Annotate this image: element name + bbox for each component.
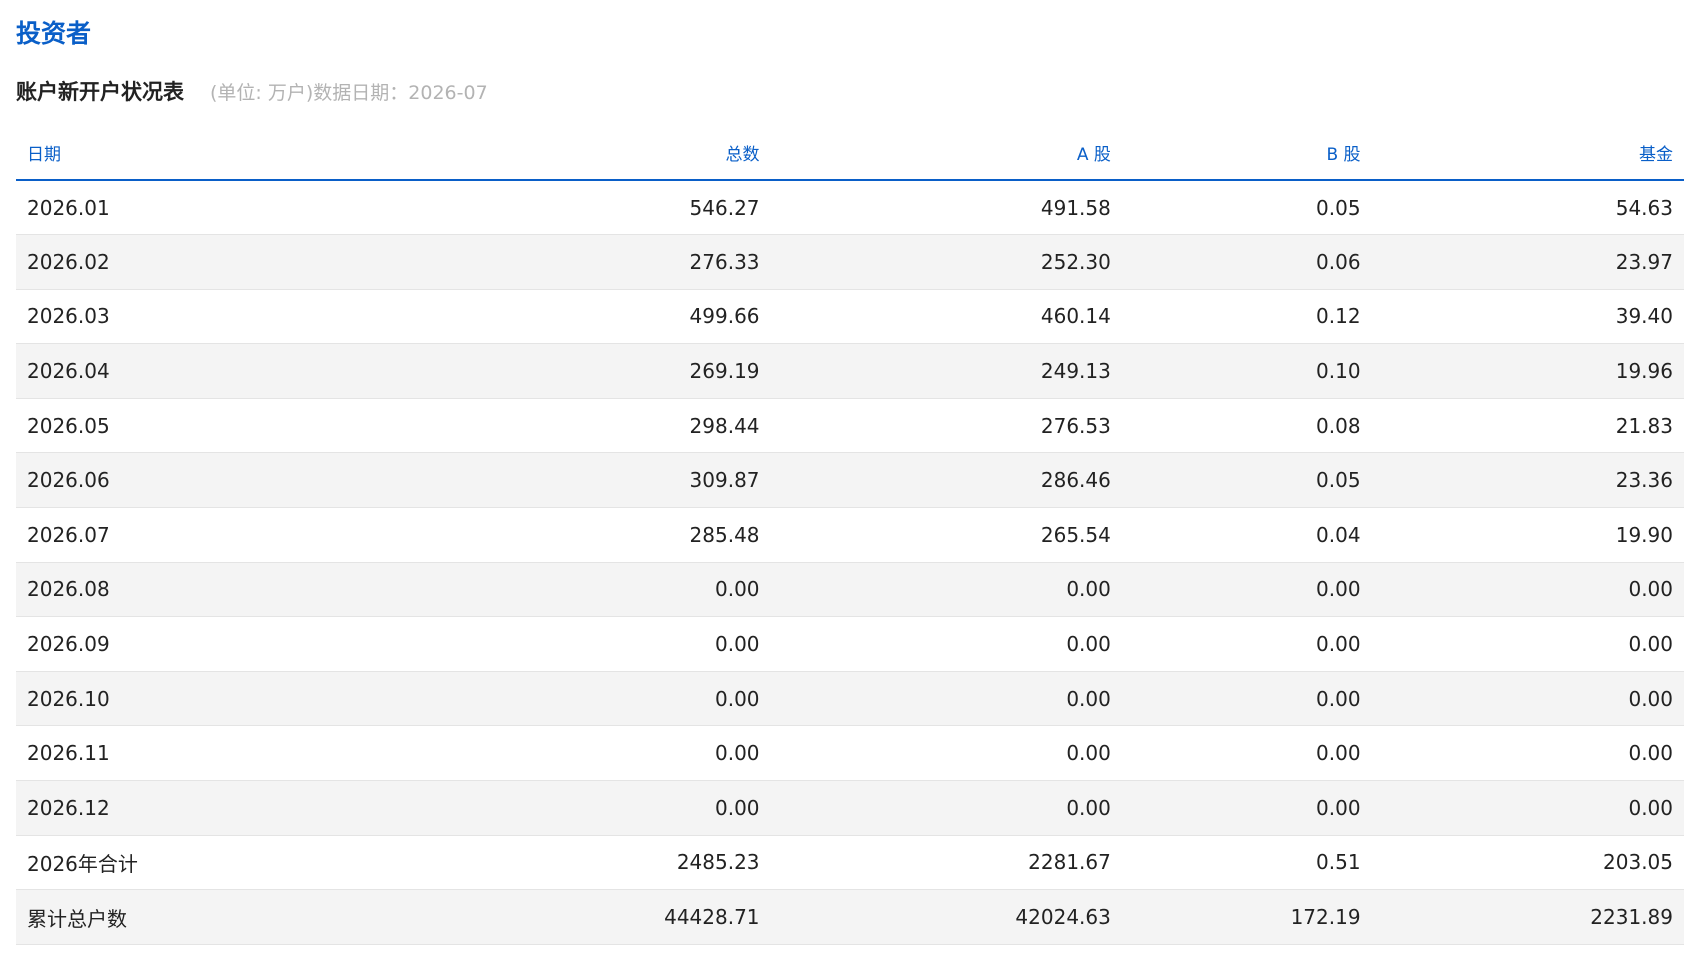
column-header-date: 日期 [27,145,61,165]
cell-total: 276.33 [689,249,760,274]
cell-fund: 203.05 [1603,850,1673,875]
column-header-a-share: A 股 [1076,145,1111,165]
cell-a-share: 0.00 [1066,741,1111,766]
cell-total: 0.00 [715,686,760,711]
cell-date: 2026.01 [27,195,110,220]
cell-b-share: 0.04 [1316,522,1361,547]
table-row: 2026.11 0.00 0.00 0.00 0.00 [16,726,1684,781]
cell-total: 298.44 [689,413,760,438]
cell-fund: 54.63 [1615,195,1673,220]
cell-fund: 0.00 [1628,686,1673,711]
table-row: 2026.10 0.00 0.00 0.00 0.00 [16,671,1684,726]
cell-date: 2026.04 [27,359,110,384]
cell-b-share: 0.00 [1316,686,1361,711]
cell-total: 0.00 [715,632,760,657]
cell-a-share: 0.00 [1066,686,1111,711]
cell-b-share: 0.51 [1316,850,1361,875]
cell-b-share: 0.12 [1316,304,1361,329]
cell-date: 2026.12 [27,795,110,820]
cell-date: 2026.10 [27,686,110,711]
table-row: 2026.09 0.00 0.00 0.00 0.00 [16,617,1684,672]
table-row: 2026.04 269.19 249.13 0.10 19.96 [16,343,1684,399]
cell-fund: 23.97 [1615,249,1673,274]
column-header-b-share: B 股 [1326,145,1361,165]
cell-total: 499.66 [689,304,760,329]
cell-date: 累计总户数 [27,906,127,931]
cell-total: 309.87 [689,468,760,493]
cell-fund: 23.36 [1615,468,1673,493]
cell-a-share: 265.54 [1040,522,1111,547]
cell-a-share: 286.46 [1040,468,1111,493]
table-title: 账户新开户状况表 [16,80,184,104]
cell-total: 44428.71 [664,905,760,930]
table-row-year-total: 2026年合计 2485.23 2281.67 0.51 203.05 [16,835,1684,890]
table-row: 2026.06 309.87 286.46 0.05 23.36 [16,452,1684,508]
cell-a-share: 252.30 [1040,249,1111,274]
cell-fund: 0.00 [1628,577,1673,602]
cell-total: 0.00 [715,741,760,766]
table-heading: 账户新开户状况表 (单位: 万户)数据日期：2026-07 [16,74,488,108]
table-row: 2026.02 276.33 252.30 0.06 23.97 [16,234,1684,290]
cell-date: 2026.05 [27,413,110,438]
cell-a-share: 2281.67 [1028,850,1111,875]
cell-a-share: 0.00 [1066,577,1111,602]
table-row: 2026.03 499.66 460.14 0.12 39.40 [16,289,1684,344]
cell-total: 285.48 [689,522,760,547]
table-unit-date: (单位: 万户)数据日期：2026-07 [210,81,488,104]
cell-a-share: 42024.63 [1015,905,1111,930]
table-row-cumulative-total: 累计总户数 44428.71 42024.63 172.19 2231.89 [16,889,1684,945]
cell-date: 2026.07 [27,522,110,547]
cell-a-share: 249.13 [1040,359,1111,384]
cell-date: 2026.11 [27,741,110,766]
cell-b-share: 0.08 [1316,413,1361,438]
table-row: 2026.05 298.44 276.53 0.08 21.83 [16,398,1684,453]
cell-b-share: 172.19 [1290,905,1361,930]
cell-fund: 21.83 [1615,413,1673,438]
cell-fund: 19.90 [1615,522,1673,547]
cell-date: 2026年合计 [27,851,138,876]
cell-date: 2026.08 [27,577,110,602]
cell-a-share: 0.00 [1066,632,1111,657]
cell-fund: 0.00 [1628,795,1673,820]
column-header-fund: 基金 [1639,145,1673,165]
cell-date: 2026.09 [27,632,110,657]
table-row: 2026.12 0.00 0.00 0.00 0.00 [16,780,1684,836]
cell-fund: 39.40 [1615,304,1673,329]
cell-total: 2485.23 [676,850,760,875]
table-row: 2026.07 285.48 265.54 0.04 19.90 [16,508,1684,563]
cell-b-share: 0.00 [1316,577,1361,602]
cell-total: 546.27 [689,195,760,220]
section-title: 投资者 [16,19,92,48]
cell-b-share: 0.05 [1316,195,1361,220]
cell-total: 0.00 [715,577,760,602]
cell-date: 2026.02 [27,249,110,274]
cell-fund: 2231.89 [1590,905,1673,930]
cell-total: 0.00 [715,795,760,820]
cell-a-share: 0.00 [1066,795,1111,820]
table-row: 2026.08 0.00 0.00 0.00 0.00 [16,562,1684,617]
cell-b-share: 0.00 [1316,741,1361,766]
cell-total: 269.19 [689,359,760,384]
cell-fund: 0.00 [1628,632,1673,657]
cell-fund: 19.96 [1615,359,1673,384]
cell-date: 2026.06 [27,468,110,493]
cell-b-share: 0.00 [1316,632,1361,657]
cell-b-share: 0.10 [1316,359,1361,384]
cell-a-share: 276.53 [1040,413,1111,438]
cell-b-share: 0.05 [1316,468,1361,493]
table-row: 2026.01 546.27 491.58 0.05 54.63 [16,180,1684,235]
cell-b-share: 0.06 [1316,249,1361,274]
cell-a-share: 491.58 [1040,195,1111,220]
cell-fund: 0.00 [1628,741,1673,766]
account-opening-table: 日期 总数 A 股 B 股 基金 2026.01 546.27 491.58 0… [16,126,1684,945]
page: 投资者 账户新开户状况表 (单位: 万户)数据日期：2026-07 日期 总数 … [0,0,1698,956]
cell-date: 2026.03 [27,304,110,329]
column-header-total: 总数 [725,145,760,165]
cell-b-share: 0.00 [1316,795,1361,820]
cell-a-share: 460.14 [1040,304,1111,329]
table-header-row: 日期 总数 A 股 B 股 基金 [16,126,1684,180]
